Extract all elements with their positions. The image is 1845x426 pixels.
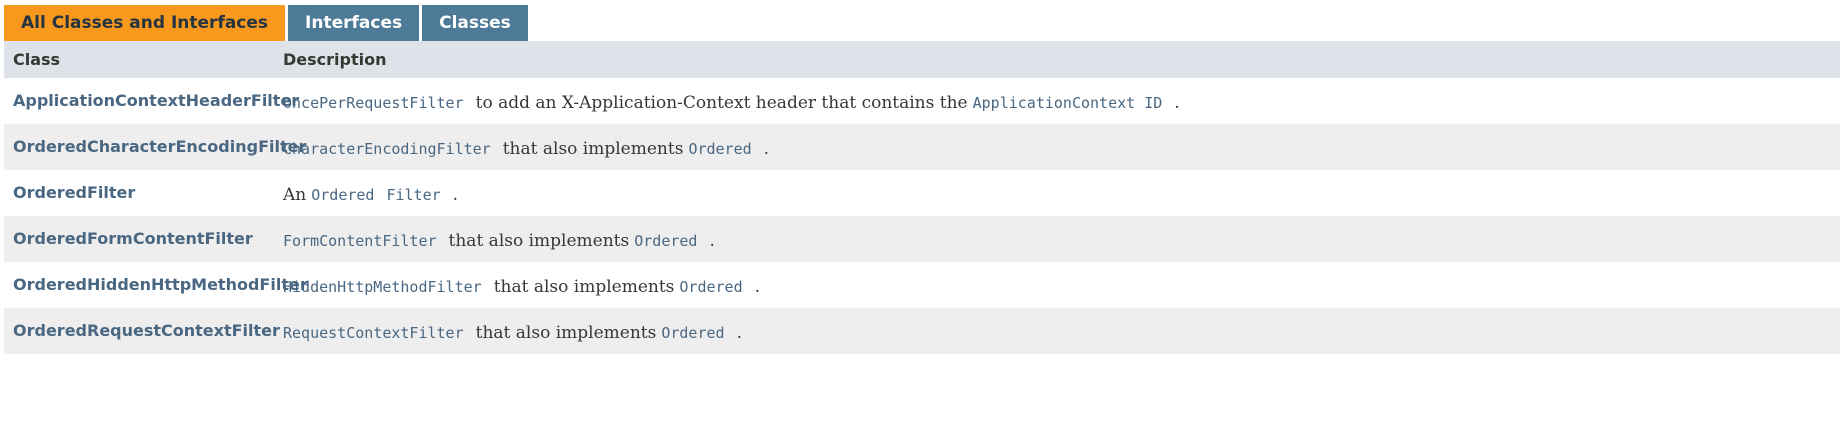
class-link[interactable]: OrderedCharacterEncodingFilter — [13, 137, 306, 156]
table-row: ApplicationContextHeaderFilter OncePerRe… — [4, 78, 1840, 124]
description-text: to add an X-Application-Context header t… — [475, 93, 968, 113]
description-text: that also implements — [475, 323, 657, 343]
code-link[interactable]: Ordered — [679, 278, 742, 296]
class-description: OncePerRequestFilter to add an X-Applicat… — [283, 93, 1840, 124]
class-link[interactable]: OrderedRequestContextFilter — [13, 321, 283, 340]
code-link[interactable]: HiddenHttpMethodFilter — [283, 278, 482, 296]
table-row: OrderedHiddenHttpMethodFilter HiddenHttp… — [4, 262, 1840, 308]
table-header: Class Description — [4, 41, 1840, 78]
code-link[interactable]: Ordered — [311, 186, 374, 204]
table-row: OrderedFilter An Ordered Filter. — [4, 170, 1840, 216]
description-period: . — [754, 277, 761, 297]
description-period: . — [709, 231, 715, 251]
table-row: OrderedCharacterEncodingFilter Character… — [4, 124, 1840, 170]
description-text: An — [283, 185, 307, 205]
column-header-description: Description — [283, 50, 387, 69]
tab-interfaces[interactable]: Interfaces — [288, 5, 420, 41]
class-description: An Ordered Filter. — [283, 185, 1840, 216]
column-header-class: Class — [13, 50, 61, 69]
code-link[interactable]: ApplicationContext ID — [973, 94, 1163, 112]
code-link[interactable]: RequestContextFilter — [283, 324, 464, 342]
class-description: CharacterEncodingFilter that also impleme… — [283, 139, 1840, 170]
tab-all-classes-and-interfaces[interactable]: All Classes and Interfaces — [4, 5, 286, 41]
tab-classes[interactable]: Classes — [422, 5, 528, 41]
class-description: HiddenHttpMethodFilter that also implemen… — [283, 277, 1840, 308]
class-link[interactable]: OrderedFormContentFilter — [13, 229, 283, 248]
class-link[interactable]: OrderedHiddenHttpMethodFilter — [13, 275, 308, 294]
code-link[interactable]: Ordered — [661, 324, 724, 342]
description-period: . — [736, 323, 742, 343]
class-link[interactable]: ApplicationContextHeaderFilter — [13, 91, 299, 110]
class-summary: All Classes and Interfaces Interfaces Cl… — [4, 5, 1840, 354]
description-text: that also implements — [493, 277, 675, 297]
table-row: OrderedRequestContextFilter RequestConte… — [4, 308, 1840, 354]
class-description: FormContentFilter that also implements Ord… — [283, 231, 1840, 262]
description-period: . — [452, 185, 459, 205]
code-link[interactable]: Filter — [386, 186, 440, 204]
code-link[interactable]: FormContentFilter — [283, 232, 437, 250]
code-link[interactable]: Ordered — [688, 140, 751, 158]
tab-bar: All Classes and Interfaces Interfaces Cl… — [4, 5, 1840, 41]
code-link[interactable]: Ordered — [634, 232, 697, 250]
code-link[interactable]: CharacterEncodingFilter — [283, 140, 491, 158]
description-text: that also implements — [502, 139, 684, 159]
table-row: OrderedFormContentFilter FormContentFilt… — [4, 216, 1840, 262]
description-period: . — [1174, 93, 1180, 113]
class-link[interactable]: OrderedFilter — [13, 183, 283, 202]
description-text: that also implements — [448, 231, 630, 251]
description-period: . — [763, 139, 770, 159]
class-description: RequestContextFilter that also implements… — [283, 323, 1840, 354]
class-table: Class Description ApplicationContextHead… — [4, 41, 1840, 354]
code-link[interactable]: OncePerRequestFilter — [283, 94, 464, 112]
